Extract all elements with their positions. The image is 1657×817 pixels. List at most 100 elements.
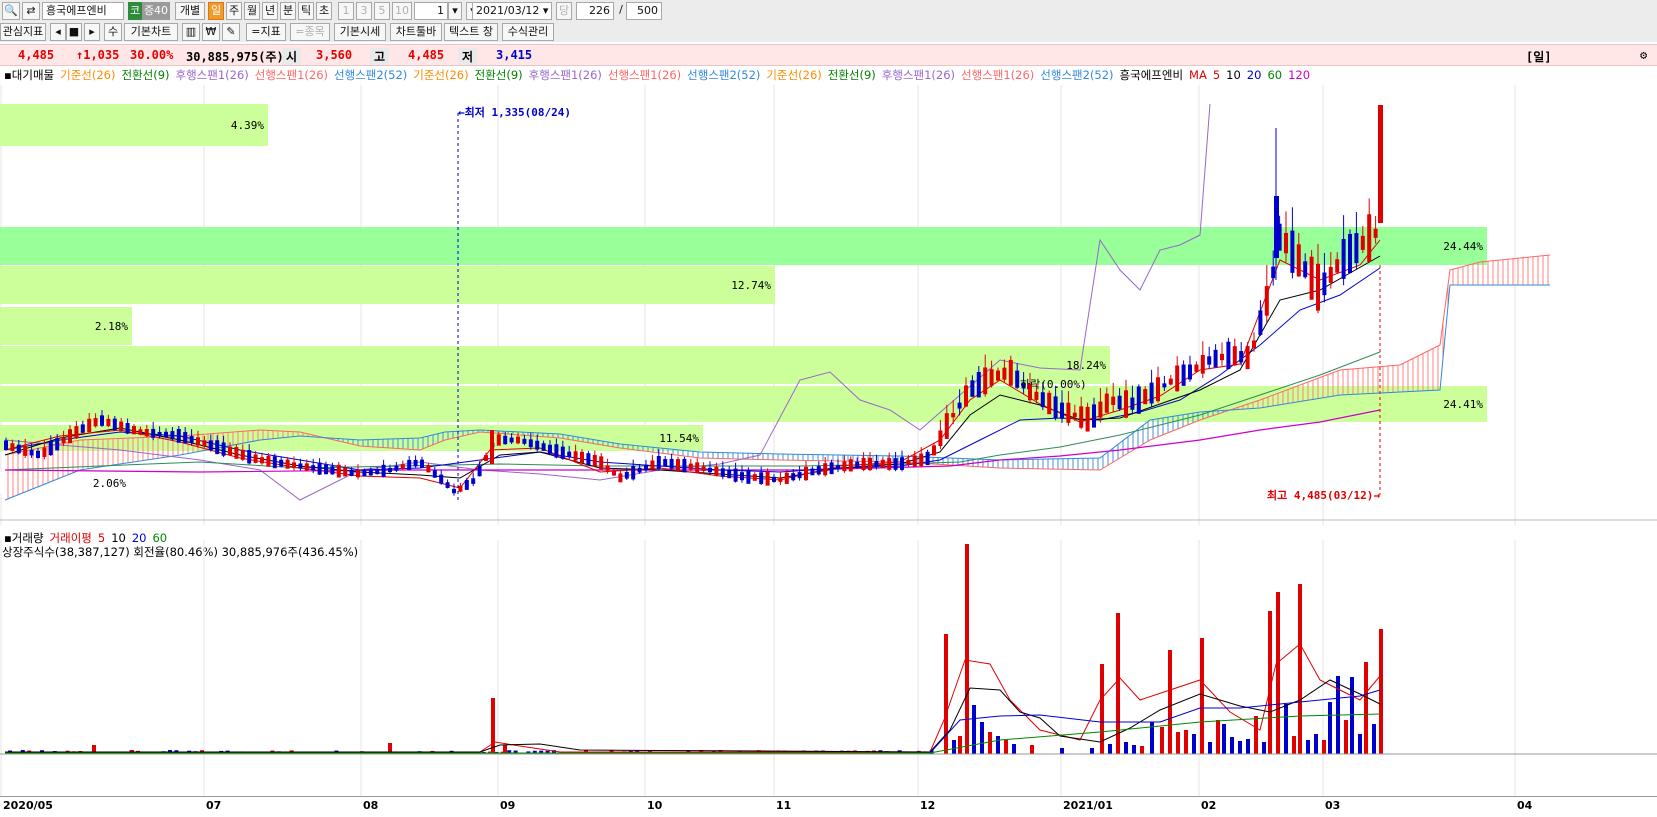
candle-body xyxy=(144,429,149,437)
volume-profile-bar xyxy=(0,346,1110,384)
candle-body xyxy=(68,429,72,444)
candle-body xyxy=(240,449,245,460)
period-minute-button[interactable]: 분 xyxy=(280,2,296,20)
next-icon[interactable]: ▸ xyxy=(84,23,100,41)
watchlist-indicator-button[interactable]: 관심지표 xyxy=(0,23,46,41)
main-legend-item: 10 xyxy=(1226,68,1241,82)
formula-button[interactable]: 수식관리 xyxy=(502,23,554,41)
volume-bar xyxy=(1192,734,1196,754)
candle-body xyxy=(48,441,53,456)
period-second-button[interactable]: 초 xyxy=(316,2,332,20)
settings-gear-icon[interactable]: ⚙ xyxy=(1640,48,1647,62)
candle-body xyxy=(605,465,610,471)
basic-chart-button[interactable]: 기본차트 xyxy=(124,23,178,41)
candle-body xyxy=(1335,259,1340,273)
candle-body xyxy=(1162,383,1167,388)
x-axis-label: 07 xyxy=(206,799,222,812)
fall-annotation: 하락(0.00%) xyxy=(1020,377,1087,391)
x-axis: 2020/05 07 08 09 10 11 12 2021/01 02 03 04 xyxy=(0,796,1657,817)
wrench-icon[interactable]: ✎ xyxy=(222,23,240,41)
candle-body xyxy=(1188,364,1192,380)
interval-1-button[interactable]: 1 xyxy=(338,2,354,20)
interval-10-button[interactable]: 10 xyxy=(392,2,412,20)
candle-body xyxy=(23,445,28,456)
interval-3-button[interactable]: 3 xyxy=(356,2,372,20)
indicator-button[interactable]: =지표 xyxy=(246,23,286,41)
volume-chart[interactable] xyxy=(0,540,1657,796)
total-input[interactable]: 500 xyxy=(626,2,662,20)
candle-body xyxy=(93,418,98,427)
candle-body xyxy=(880,459,885,469)
volume-profile-bar xyxy=(0,227,1487,265)
candle-body xyxy=(701,466,706,471)
high-price: 4,485 xyxy=(408,48,445,62)
stock-name-field[interactable]: 흥국에프엔비 xyxy=(42,2,124,20)
candle-body xyxy=(804,466,808,481)
period-week-button[interactable]: 주 xyxy=(226,2,242,20)
x-axis-label: 08 xyxy=(363,799,379,812)
candle-body xyxy=(752,474,757,481)
x-axis-label: 02 xyxy=(1201,799,1217,812)
candle-body xyxy=(1060,402,1064,419)
candle-body xyxy=(221,442,226,456)
toolbar-bottom: 관심지표 ◂ ■ ▸ 수 기본차트 ▥ ₩ ✎ =지표 =종목 기본시세 차트툴… xyxy=(0,22,1657,42)
candle-body xyxy=(900,457,904,470)
volume-profile-label: 24.44% xyxy=(1443,240,1483,253)
x-axis-label: 04 xyxy=(1517,799,1533,812)
stock-button[interactable]: =종목 xyxy=(290,23,330,41)
main-legend-item: 선행스팬2(52) xyxy=(1040,68,1114,82)
candle-body xyxy=(400,464,405,469)
basic-quote-button[interactable]: 기본시세 xyxy=(334,23,386,41)
x-axis-label: 2020/05 xyxy=(3,799,53,812)
candle-body xyxy=(432,470,437,478)
chevron-down-icon[interactable]: ▾ xyxy=(448,2,462,20)
main-legend-item: 기준선(26) xyxy=(413,68,469,82)
candle-body xyxy=(759,472,764,484)
candle-body xyxy=(100,415,104,426)
candle-body xyxy=(676,459,680,471)
candle-body xyxy=(1117,395,1122,410)
volume-profile-label: 24.41% xyxy=(1443,398,1483,411)
price-chart[interactable]: 4.39%24.44%12.74%2.18%18.24%24.41%11.54%… xyxy=(0,85,1657,525)
date-picker[interactable]: 2021/03/12 ▾ xyxy=(472,2,552,20)
candle-body xyxy=(151,428,156,438)
candle-body xyxy=(266,455,271,467)
volume-bar xyxy=(1230,737,1234,754)
candle-body xyxy=(1341,238,1346,279)
main-legend-item: 흥국에프엔비 xyxy=(1119,68,1184,82)
volume-bar xyxy=(1030,745,1034,754)
candle-body xyxy=(567,451,572,458)
interval-input[interactable]: 1 xyxy=(414,2,448,20)
candle-body xyxy=(1034,391,1039,400)
candle-body xyxy=(938,430,943,447)
won-icon[interactable]: ₩ xyxy=(202,23,220,41)
x-axis-label: 11 xyxy=(776,799,792,812)
candle-body xyxy=(1092,404,1096,428)
volume-bar xyxy=(952,740,956,754)
volume-bar xyxy=(1322,740,1326,754)
candle-body xyxy=(253,454,258,463)
count-input[interactable]: 226 xyxy=(576,2,614,20)
add-button[interactable]: 수 xyxy=(104,23,122,41)
prev-icon[interactable]: ◂ xyxy=(50,23,66,41)
period-year-button[interactable]: 년 xyxy=(262,2,278,20)
candle-body xyxy=(1002,367,1007,380)
volume-profile-label: 11.54% xyxy=(659,432,699,445)
refresh-icon[interactable]: ⇄ xyxy=(22,2,40,20)
candle-body xyxy=(298,463,303,469)
volume-bar xyxy=(972,705,976,754)
individual-button[interactable]: 개별 xyxy=(175,2,205,20)
candle-body xyxy=(490,430,494,464)
candle-body xyxy=(74,426,79,439)
stop-icon[interactable]: ■ xyxy=(66,23,82,41)
candle-body xyxy=(1156,377,1160,402)
candle-body xyxy=(80,424,85,433)
interval-5-button[interactable]: 5 xyxy=(374,2,390,20)
chart-icon[interactable]: ▥ xyxy=(182,23,200,41)
text-window-button[interactable]: 텍스트 창 xyxy=(444,23,498,41)
period-day-button[interactable]: 일 xyxy=(208,2,224,20)
period-tick-button[interactable]: 틱 xyxy=(298,2,314,20)
period-month-button[interactable]: 월 xyxy=(244,2,260,20)
chart-toolbar-button[interactable]: 차트툴바 xyxy=(390,23,442,41)
search-icon[interactable]: 🔍 xyxy=(2,2,20,20)
